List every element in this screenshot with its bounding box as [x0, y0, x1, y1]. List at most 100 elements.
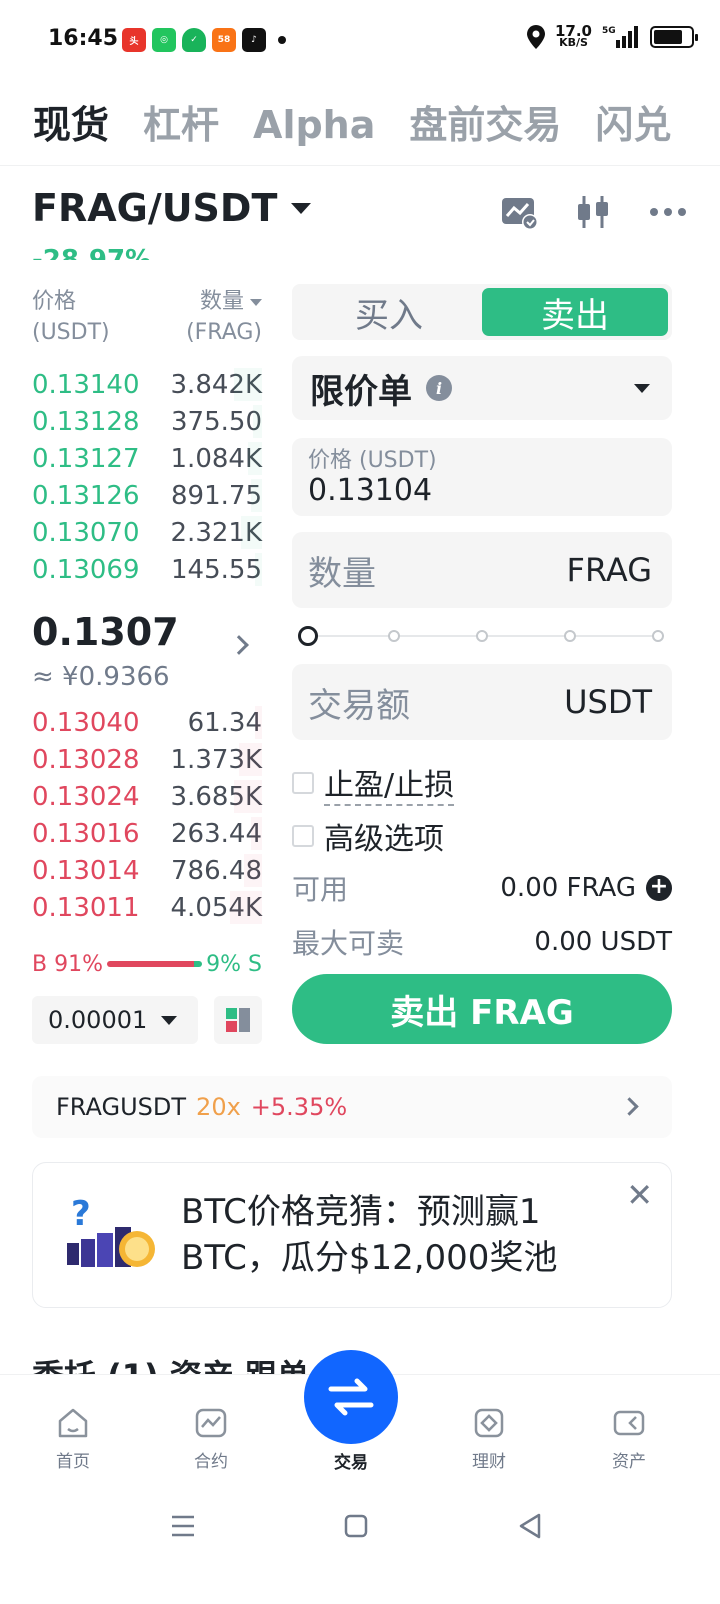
more-notifications-dot — [278, 36, 286, 44]
battery-icon — [650, 26, 698, 48]
plus-circle-icon[interactable]: + — [646, 875, 672, 901]
buy-ratio-label: B 91% — [32, 951, 103, 977]
tab-alpha[interactable]: Alpha — [253, 94, 375, 165]
market-type-tabs: 现货 杠杆 Alpha 盘前交易 闪兑 — [0, 94, 720, 166]
order-type-select[interactable]: 限价单 i — [292, 356, 672, 420]
price-input-value[interactable]: 0.13104 — [308, 474, 656, 508]
nav-assets[interactable]: 资产 — [584, 1407, 674, 1472]
nav-assets-label: 资产 — [612, 1452, 646, 1472]
slider-step-75[interactable] — [564, 630, 576, 642]
nav-home-label: 首页 — [56, 1452, 90, 1472]
price-input-label: 价格 (USDT) — [308, 448, 437, 473]
orderbook-row[interactable]: 0.13127 1.084K — [32, 440, 262, 477]
close-icon[interactable]: ✕ — [626, 1179, 653, 1211]
orderbook-layout-button[interactable] — [214, 996, 262, 1044]
promo-text: BTC价格竞猜：预测赢1 BTC，瓜分$12,000奖池 — [181, 1192, 558, 1278]
nav-home[interactable]: 首页 — [28, 1407, 118, 1472]
price-input[interactable]: 价格 (USDT) 0.13104 — [292, 438, 672, 516]
back-icon[interactable] — [518, 1512, 542, 1540]
advanced-checkbox-row[interactable]: 高级选项 — [292, 814, 444, 858]
qty-column-header[interactable]: 数量 (FRAG) — [186, 286, 262, 348]
orderbook-row[interactable]: 0.13011 4.054K — [32, 889, 262, 926]
nav-futures-label: 合约 — [194, 1452, 228, 1472]
chart-icon[interactable] — [500, 192, 540, 232]
pair-selector[interactable]: FRAG/USDT — [32, 186, 312, 230]
futures-change: +5.35% — [250, 1093, 348, 1121]
orderbook-row[interactable]: 0.13070 2.321K — [32, 514, 262, 551]
orderbook-row[interactable]: 0.13140 3.842K — [32, 366, 262, 403]
orderbook-row[interactable]: 0.13028 1.373K — [32, 741, 262, 778]
buy-sell-ratio: B 91% 9% S — [32, 950, 262, 978]
orderbook-row[interactable]: 0.13040 61.34 — [32, 704, 262, 741]
quantity-unit: FRAG — [566, 551, 652, 589]
sell-ratio-label: 9% S — [206, 951, 262, 977]
sell-tab[interactable]: 卖出 — [482, 288, 668, 336]
buy-tab[interactable]: 买入 — [296, 288, 482, 336]
orderbook-row[interactable]: 0.13069 145.55 — [32, 551, 262, 588]
futures-leverage: 20x — [196, 1093, 241, 1121]
quantity-input[interactable]: 数量 FRAG — [292, 532, 672, 608]
system-nav-bar — [0, 1484, 720, 1604]
tab-premarket[interactable]: 盘前交易 — [409, 94, 561, 165]
orderbook-row[interactable]: 0.13014 786.48 — [32, 852, 262, 889]
orderbook-asks: 0.13040 61.34 0.13028 1.373K 0.13024 3.685K… — [32, 704, 262, 926]
orderbook-row[interactable]: 0.13016 263.44 — [32, 815, 262, 852]
nav-trade-button[interactable] — [304, 1350, 398, 1444]
ratio-bar — [106, 961, 203, 967]
max-sell-value: 0.00 USDT — [534, 927, 672, 957]
orderbook-header: 价格 (USDT) 数量 (FRAG) — [32, 286, 262, 348]
more-icon[interactable] — [648, 192, 688, 232]
nav-earn[interactable]: 理财 — [444, 1407, 534, 1472]
status-time: 16:45 — [48, 26, 119, 51]
pair-symbol: FRAG/USDT — [32, 186, 278, 230]
slider-step-50[interactable] — [476, 630, 488, 642]
orderbook-row[interactable]: 0.13128 375.50 — [32, 403, 262, 440]
system-status: 17.0 KB/S 5G — [525, 22, 698, 50]
slider-handle[interactable] — [298, 626, 318, 646]
amount-slider[interactable] — [298, 626, 668, 646]
promo-banner[interactable]: ? BTC价格竞猜：预测赢1 BTC，瓜分$12,000奖池 ✕ — [32, 1162, 672, 1308]
info-icon[interactable]: i — [426, 375, 452, 401]
wallet-icon — [613, 1410, 645, 1436]
available-label: 可用 — [292, 873, 349, 906]
status-bar: 16:45 头 ◎ ✓ 58 ♪ 17.0 KB/S 5G — [0, 0, 720, 80]
58-app-icon: 58 — [212, 28, 236, 52]
layout-icon — [226, 1008, 250, 1032]
candlestick-icon[interactable] — [574, 192, 614, 232]
slider-step-25[interactable] — [388, 630, 400, 642]
amount-input[interactable]: 交易额 USDT — [292, 664, 672, 740]
home-icon — [58, 1408, 88, 1438]
chevron-right-icon[interactable] — [229, 635, 249, 655]
shield-app-icon: ✓ — [182, 28, 206, 52]
futures-link[interactable]: FRAGUSDT 20x +5.35% — [32, 1076, 672, 1138]
advanced-checkbox[interactable] — [292, 825, 314, 847]
max-sell-row: 最大可卖 0.00 USDT — [292, 922, 672, 962]
btc-prediction-icon: ? — [67, 1194, 155, 1267]
swap-arrows-icon — [328, 1378, 374, 1416]
last-price: 0.1307 — [32, 610, 179, 654]
orderbook-row[interactable]: 0.13126 891.75 — [32, 477, 262, 514]
tp-sl-checkbox[interactable] — [292, 772, 314, 794]
svg-text:5G: 5G — [602, 26, 616, 36]
notification-icons: 头 ◎ ✓ 58 ♪ — [122, 28, 286, 52]
nav-futures[interactable]: 合约 — [166, 1407, 256, 1472]
sell-frag-button[interactable]: 卖出 FRAG — [292, 974, 672, 1044]
tab-convert[interactable]: 闪兑 — [595, 94, 671, 165]
tab-margin[interactable]: 杠杆 — [143, 94, 219, 165]
net-speed: 17.0 KB/S — [554, 22, 592, 49]
nav-trade-label: 交易 — [334, 1453, 368, 1473]
home-square-icon[interactable] — [344, 1514, 368, 1538]
signal-5g-icon: 5G — [602, 26, 638, 48]
chevron-right-icon — [620, 1097, 639, 1116]
buy-sell-toggle: 买入 卖出 — [292, 284, 672, 340]
chevron-down-icon — [161, 1015, 178, 1025]
chevron-down-icon — [250, 298, 262, 306]
orderbook-row[interactable]: 0.13024 3.685K — [32, 778, 262, 815]
menu-icon[interactable] — [170, 1514, 196, 1538]
earn-icon — [474, 1408, 504, 1438]
tp-sl-checkbox-row[interactable]: 止盈/止损 — [292, 760, 455, 806]
precision-dropdown[interactable]: 0.00001 — [32, 996, 198, 1044]
green-app-icon: ◎ — [152, 28, 176, 52]
tab-spot[interactable]: 现货 — [33, 94, 109, 165]
slider-step-100[interactable] — [652, 630, 664, 642]
